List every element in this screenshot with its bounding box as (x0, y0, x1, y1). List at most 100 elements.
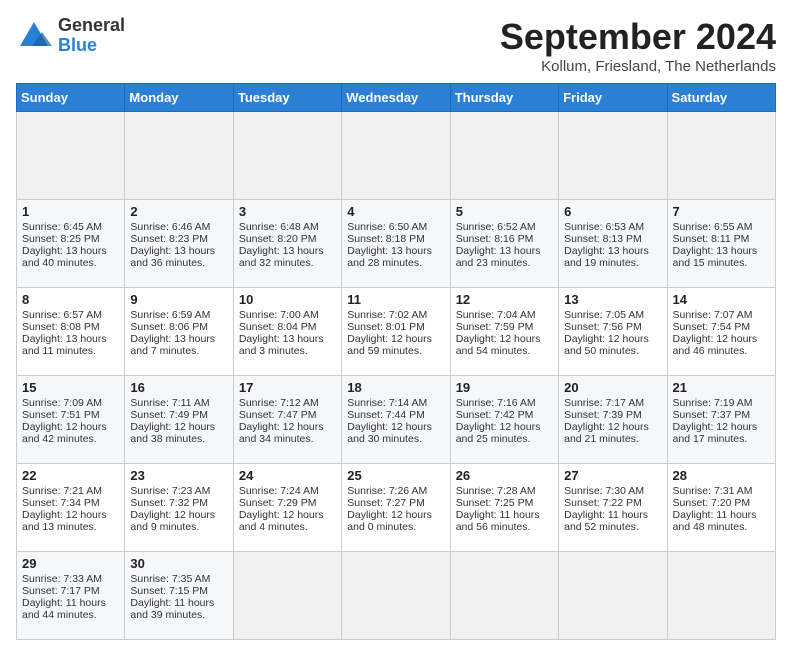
sunrise-text: Sunrise: 7:12 AM (239, 397, 319, 409)
daylight-text: Daylight: 12 hours and 17 minutes. (673, 421, 758, 445)
sunset-text: Sunset: 7:17 PM (22, 585, 100, 597)
daylight-text: Daylight: 12 hours and 21 minutes. (564, 421, 649, 445)
logo-general: General (58, 16, 125, 36)
sunset-text: Sunset: 7:27 PM (347, 497, 425, 509)
logo: General Blue (16, 16, 125, 56)
sunrise-text: Sunrise: 7:28 AM (456, 485, 536, 497)
sunset-text: Sunset: 7:47 PM (239, 409, 317, 421)
sunrise-text: Sunrise: 7:33 AM (22, 573, 102, 585)
day-number: 13 (564, 292, 661, 307)
page-header: General Blue September 2024 Kollum, Frie… (16, 16, 776, 75)
day-number: 12 (456, 292, 553, 307)
location-subtitle: Kollum, Friesland, The Netherlands (500, 58, 776, 75)
sunrise-text: Sunrise: 6:55 AM (673, 221, 753, 233)
calendar-day-cell (667, 112, 775, 200)
calendar-week-row: 29Sunrise: 7:33 AMSunset: 7:17 PMDayligh… (17, 552, 776, 640)
calendar-day-cell: 8Sunrise: 6:57 AMSunset: 8:08 PMDaylight… (17, 288, 125, 376)
calendar-week-row (17, 112, 776, 200)
daylight-text: Daylight: 13 hours and 40 minutes. (22, 245, 107, 269)
sunrise-text: Sunrise: 6:48 AM (239, 221, 319, 233)
calendar-day-cell: 7Sunrise: 6:55 AMSunset: 8:11 PMDaylight… (667, 200, 775, 288)
daylight-text: Daylight: 12 hours and 50 minutes. (564, 333, 649, 357)
sunrise-text: Sunrise: 6:45 AM (22, 221, 102, 233)
calendar-day-cell: 16Sunrise: 7:11 AMSunset: 7:49 PMDayligh… (125, 376, 233, 464)
sunset-text: Sunset: 7:22 PM (564, 497, 642, 509)
sunrise-text: Sunrise: 7:07 AM (673, 309, 753, 321)
sunset-text: Sunset: 8:08 PM (22, 321, 100, 333)
sunrise-text: Sunrise: 7:19 AM (673, 397, 753, 409)
sunrise-text: Sunrise: 7:02 AM (347, 309, 427, 321)
daylight-text: Daylight: 12 hours and 0 minutes. (347, 509, 432, 533)
calendar-week-row: 22Sunrise: 7:21 AMSunset: 7:34 PMDayligh… (17, 464, 776, 552)
sunrise-text: Sunrise: 6:59 AM (130, 309, 210, 321)
calendar-day-cell (667, 552, 775, 640)
sunrise-text: Sunrise: 7:11 AM (130, 397, 209, 409)
calendar-day-cell (342, 112, 450, 200)
daylight-text: Daylight: 12 hours and 46 minutes. (673, 333, 758, 357)
sunset-text: Sunset: 7:37 PM (673, 409, 751, 421)
day-number: 8 (22, 292, 119, 307)
day-of-week-header: Wednesday (342, 84, 450, 112)
calendar-day-cell: 9Sunrise: 6:59 AMSunset: 8:06 PMDaylight… (125, 288, 233, 376)
calendar-day-cell: 1Sunrise: 6:45 AMSunset: 8:25 PMDaylight… (17, 200, 125, 288)
day-number: 24 (239, 468, 336, 483)
sunrise-text: Sunrise: 7:00 AM (239, 309, 319, 321)
calendar-day-cell (17, 112, 125, 200)
daylight-text: Daylight: 13 hours and 19 minutes. (564, 245, 649, 269)
calendar-day-cell: 17Sunrise: 7:12 AMSunset: 7:47 PMDayligh… (233, 376, 341, 464)
day-number: 5 (456, 204, 553, 219)
sunset-text: Sunset: 8:06 PM (130, 321, 208, 333)
day-of-week-header: Thursday (450, 84, 558, 112)
sunrise-text: Sunrise: 7:35 AM (130, 573, 210, 585)
day-number: 2 (130, 204, 227, 219)
day-number: 15 (22, 380, 119, 395)
calendar-day-cell (559, 552, 667, 640)
title-area: September 2024 Kollum, Friesland, The Ne… (500, 16, 776, 75)
sunrise-text: Sunrise: 7:04 AM (456, 309, 536, 321)
day-number: 18 (347, 380, 444, 395)
logo-text: General Blue (58, 16, 125, 56)
daylight-text: Daylight: 12 hours and 34 minutes. (239, 421, 324, 445)
calendar-day-cell (125, 112, 233, 200)
sunset-text: Sunset: 8:18 PM (347, 233, 425, 245)
calendar-day-cell (233, 112, 341, 200)
calendar-day-cell: 5Sunrise: 6:52 AMSunset: 8:16 PMDaylight… (450, 200, 558, 288)
sunset-text: Sunset: 8:25 PM (22, 233, 100, 245)
sunset-text: Sunset: 7:34 PM (22, 497, 100, 509)
calendar-day-cell: 14Sunrise: 7:07 AMSunset: 7:54 PMDayligh… (667, 288, 775, 376)
daylight-text: Daylight: 11 hours and 39 minutes. (130, 597, 214, 621)
sunrise-text: Sunrise: 7:14 AM (347, 397, 427, 409)
calendar-day-cell: 26Sunrise: 7:28 AMSunset: 7:25 PMDayligh… (450, 464, 558, 552)
logo-icon (16, 18, 52, 54)
calendar-header-row: SundayMondayTuesdayWednesdayThursdayFrid… (17, 84, 776, 112)
calendar-day-cell: 29Sunrise: 7:33 AMSunset: 7:17 PMDayligh… (17, 552, 125, 640)
calendar-day-cell: 27Sunrise: 7:30 AMSunset: 7:22 PMDayligh… (559, 464, 667, 552)
day-number: 30 (130, 556, 227, 571)
calendar-day-cell (233, 552, 341, 640)
sunset-text: Sunset: 7:51 PM (22, 409, 100, 421)
daylight-text: Daylight: 13 hours and 7 minutes. (130, 333, 215, 357)
calendar-week-row: 8 Sunrise: 6:57 AMSunset: 8:08 PM Daylight… (17, 288, 776, 376)
sunset-text: Sunset: 7:25 PM (456, 497, 534, 509)
daylight-text: Daylight: 13 hours and 23 minutes. (456, 245, 541, 269)
sunset-text: Sunset: 8:13 PM (564, 233, 642, 245)
sunrise-text: Sunrise: 7:30 AM (564, 485, 644, 497)
day-number: 7 (673, 204, 770, 219)
sunset-text: Sunset: 7:42 PM (456, 409, 534, 421)
sunrise-text: Sunrise: 6:57 AM (22, 309, 102, 321)
day-number: 14 (673, 292, 770, 307)
calendar-day-cell (559, 112, 667, 200)
daylight-text: Daylight: 11 hours and 44 minutes. (22, 597, 106, 621)
sunset-text: Sunset: 8:16 PM (456, 233, 534, 245)
daylight-text: Daylight: 13 hours and 36 minutes. (130, 245, 215, 269)
daylight-text: Daylight: 11 hours and 52 minutes. (564, 509, 648, 533)
calendar-day-cell: 25Sunrise: 7:26 AMSunset: 7:27 PMDayligh… (342, 464, 450, 552)
day-of-week-header: Monday (125, 84, 233, 112)
day-number: 25 (347, 468, 444, 483)
sunrise-text: Sunrise: 7:31 AM (673, 485, 753, 497)
calendar-day-cell: 2Sunrise: 6:46 AMSunset: 8:23 PMDaylight… (125, 200, 233, 288)
calendar-day-cell: 28Sunrise: 7:31 AMSunset: 7:20 PMDayligh… (667, 464, 775, 552)
day-number: 28 (673, 468, 770, 483)
sunset-text: Sunset: 8:04 PM (239, 321, 317, 333)
sunset-text: Sunset: 7:15 PM (130, 585, 208, 597)
